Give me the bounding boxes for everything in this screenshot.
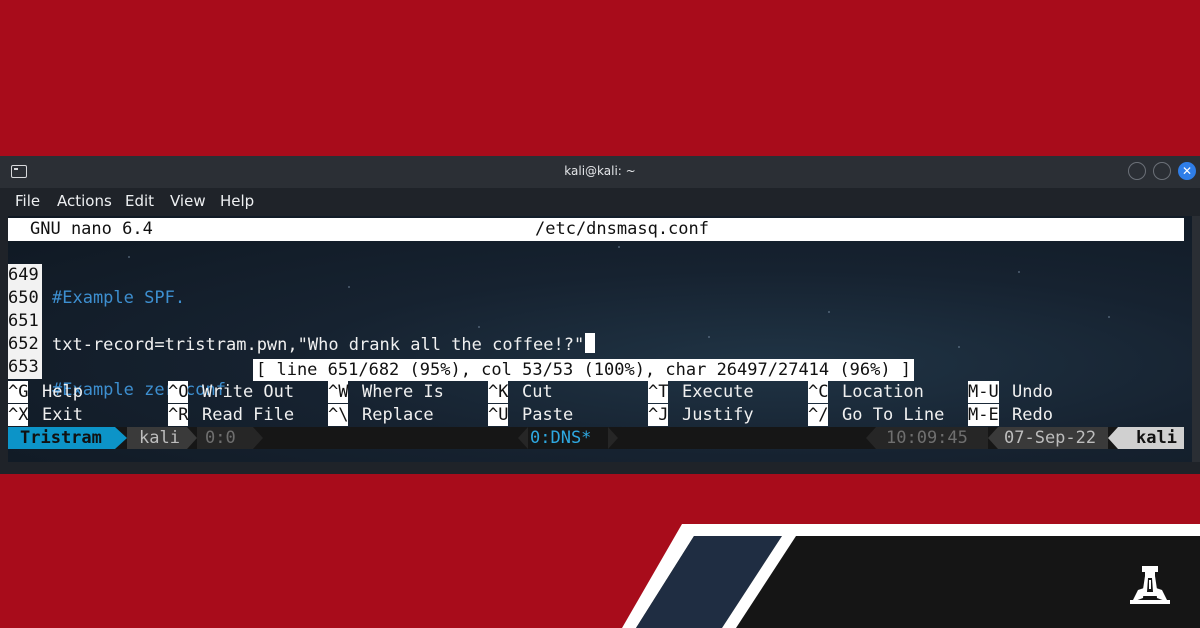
powerline-arrow [187, 427, 197, 449]
nano-version: GNU nano 6.4 [30, 219, 153, 239]
close-icon[interactable]: ✕ [1178, 162, 1196, 180]
tmux-session-name[interactable]: Tristram [8, 427, 115, 449]
shortcut-label: Paste [522, 405, 574, 425]
shortcut-key[interactable]: ^C [808, 381, 829, 403]
tmux-clock: 10:09:45 [876, 427, 988, 449]
menu-bar: File Actions Edit View Help [0, 188, 1200, 216]
shortcut-label: Execute [682, 382, 754, 402]
menu-actions[interactable]: Actions [57, 192, 112, 210]
menu-edit[interactable]: Edit [125, 192, 154, 210]
shortcut-label: Help [42, 382, 83, 402]
powerline-arrow [253, 427, 263, 449]
shortcut-key[interactable]: ^W [328, 381, 349, 403]
shortcut-label: Justify [682, 405, 754, 425]
white-divider [722, 536, 796, 628]
minimize-icon[interactable] [1128, 162, 1146, 180]
shortcut-label: Cut [522, 382, 553, 402]
terminal-area[interactable]: GNU nano 6.4 /etc/dnsmasq.conf 649 #Exam… [8, 216, 1192, 462]
shortcut-key[interactable]: ^G [8, 381, 29, 403]
terminal-window: kali@kali: ~ ✕ File Actions Edit View He… [0, 156, 1200, 474]
shortcut-key[interactable]: ^\ [328, 404, 349, 426]
shortcut-label: Undo [1012, 382, 1053, 402]
powerline-arrow [115, 427, 127, 449]
shortcut-key[interactable]: ^K [488, 381, 509, 403]
menu-file[interactable]: File [15, 192, 40, 210]
powerline-arrow [866, 427, 876, 449]
tmux-host: kali [127, 427, 187, 449]
powerline-arrow [518, 427, 528, 449]
editor-line[interactable]: 651 txt-record=tristram.pwn,"Who drank a… [8, 287, 1184, 355]
white-stripe [622, 524, 1200, 628]
shortcut-key[interactable]: M-U [968, 381, 999, 403]
tmux-user: kali [1118, 427, 1184, 449]
shortcut-label: Exit [42, 405, 83, 425]
brand-logo-icon [1130, 566, 1170, 604]
shortcut-key[interactable]: ^R [168, 404, 189, 426]
powerline-arrow [608, 427, 618, 449]
shortcut-key[interactable]: ^T [648, 381, 669, 403]
shortcut-label: Where Is [362, 382, 444, 402]
editor-line[interactable]: 653 #Example zeroconf [8, 333, 1184, 400]
menu-view[interactable]: View [170, 192, 206, 210]
tmux-window-tab[interactable]: 0:DNS* [530, 427, 608, 449]
shortcut-label: Go To Line [842, 405, 945, 425]
nano-filename: /etc/dnsmasq.conf [535, 219, 709, 239]
nano-status-line: [ line 651/682 (95%), col 53/53 (100%), … [253, 359, 915, 381]
editor-line[interactable]: 650 [8, 264, 1184, 310]
shortcut-key[interactable]: ^J [648, 404, 669, 426]
editor-line[interactable]: 649 #Example SPF. [8, 241, 1184, 308]
dark-panel [636, 536, 1200, 628]
shortcut-key[interactable]: ^O [168, 381, 189, 403]
powerline-arrow [988, 427, 998, 449]
scrollbar[interactable] [1192, 216, 1200, 462]
maximize-icon[interactable] [1153, 162, 1171, 180]
tmux-pane: 0:0 [197, 427, 253, 449]
shortcut-key[interactable]: ^/ [808, 404, 829, 426]
shortcut-label: Location [842, 382, 924, 402]
window-title: kali@kali: ~ [564, 164, 636, 178]
shortcut-label: Read File [202, 405, 295, 425]
powerline-arrow [1108, 427, 1118, 449]
shortcut-label: Replace [362, 405, 434, 425]
shortcut-key[interactable]: M-E [968, 404, 999, 426]
tmux-status-bar: Tristram kali 0:0 0:DNS* 10:09:45 07-Sep… [8, 427, 1184, 449]
menu-help[interactable]: Help [220, 192, 254, 210]
shortcut-key[interactable]: ^X [8, 404, 29, 426]
navy-stripe [636, 536, 782, 628]
title-bar[interactable]: kali@kali: ~ ✕ [0, 156, 1200, 188]
tmux-date: 07-Sep-22 [998, 427, 1108, 449]
shortcut-key[interactable]: ^U [488, 404, 509, 426]
shortcut-label: Write Out [202, 382, 295, 402]
editor-line[interactable]: 652 [8, 310, 1184, 356]
nano-header: GNU nano 6.4 /etc/dnsmasq.conf [8, 218, 1184, 241]
shortcut-label: Redo [1012, 405, 1053, 425]
line-number: 653 [8, 356, 42, 379]
